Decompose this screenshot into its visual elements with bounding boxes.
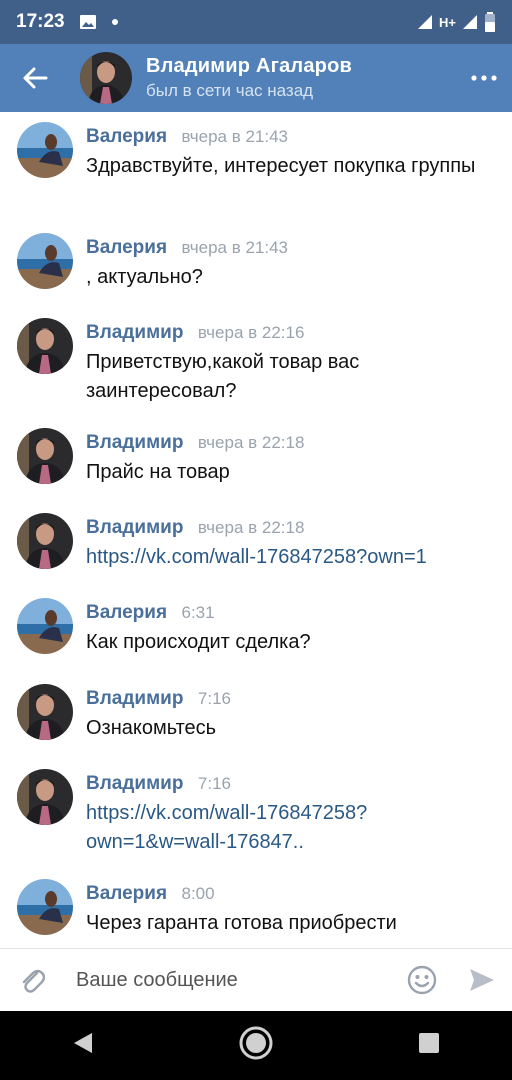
message-author[interactable]: Владимир (86, 688, 183, 709)
avatar-valeria[interactable] (17, 598, 73, 654)
message-author[interactable]: Владимир (86, 773, 183, 794)
dot-notification-icon (111, 19, 118, 25)
message-author[interactable]: Валерия (86, 126, 167, 147)
status-bar: 17:23 H+ (0, 0, 512, 44)
contact-avatar[interactable] (80, 52, 132, 104)
message-author[interactable]: Валерия (86, 883, 167, 904)
system-nav-bar (0, 1011, 512, 1080)
message-author[interactable]: Владимир (86, 517, 183, 538)
message-text: , актуально? (86, 266, 203, 288)
avatar-valeria[interactable] (17, 233, 73, 289)
message-author[interactable]: Валерия (86, 602, 167, 623)
message-link[interactable]: https://vk.com/wall-176847258?own=1 (86, 543, 496, 572)
avatar-vladimir[interactable] (17, 318, 73, 374)
message-text: Ознакомьтесь (86, 717, 217, 739)
message-time: вчера в 22:18 (197, 518, 305, 537)
avatar-valeria[interactable] (17, 879, 73, 935)
message-text: Здравствуйте, интересует покупка группы (86, 155, 476, 177)
message-time: 7:16 (197, 774, 231, 793)
message-text: Прайс на товар (86, 461, 230, 483)
message-time: 6:31 (181, 603, 215, 622)
message-link[interactable]: https://vk.com/wall-176847258? own=1&w=w… (86, 799, 416, 857)
message-time: 8:00 (181, 884, 215, 903)
avatar-valeria[interactable] (17, 122, 73, 178)
nav-back-button[interactable] (72, 1031, 94, 1060)
message-input[interactable]: Ваше сообщение (76, 969, 392, 992)
contact-status: был в сети час назад (146, 81, 314, 100)
gallery-notification-icon (79, 15, 96, 29)
avatar-vladimir[interactable] (17, 513, 73, 569)
battery-icon (485, 12, 495, 32)
message-author[interactable]: Владимир (86, 432, 183, 453)
emoji-button[interactable] (392, 965, 452, 995)
message-time: вчера в 22:16 (197, 323, 305, 342)
send-icon (470, 969, 494, 991)
back-button[interactable] (0, 44, 70, 112)
message-list[interactable]: Валерия вчера в 21:43 Здравствуйте, инте… (0, 112, 512, 948)
avatar-vladimir[interactable] (17, 769, 73, 825)
message-time: вчера в 21:43 (181, 238, 289, 257)
contact-name: Владимир Агаларов (146, 55, 352, 77)
message-author[interactable]: Валерия (86, 237, 167, 258)
message-text: Приветствую,какой товар вас заинтересова… (86, 351, 360, 402)
message-text: Через гаранта готова приобрести (86, 912, 397, 934)
back-arrow-icon (23, 67, 48, 89)
network-type: H+ (439, 14, 456, 30)
signal-icon-2 (463, 15, 477, 29)
avatar-vladimir[interactable] (17, 684, 73, 740)
status-time: 17:23 (16, 11, 65, 32)
back-triangle-icon (74, 1033, 93, 1053)
chat-header: Владимир Агаларов был в сети час назад (0, 44, 512, 112)
message-text: Как происходит сделка? (86, 631, 311, 653)
nav-home-button[interactable] (239, 1026, 273, 1065)
paperclip-icon (22, 969, 45, 993)
send-button[interactable] (452, 967, 512, 993)
recents-square-icon (418, 1033, 439, 1053)
home-circle-icon (239, 1026, 273, 1060)
message-author[interactable]: Владимир (86, 322, 183, 343)
message-time: вчера в 21:43 (181, 127, 289, 146)
message-input-bar: Ваше сообщение (0, 948, 512, 1011)
message-time: 7:16 (197, 689, 231, 708)
attach-button[interactable] (0, 965, 64, 995)
message-time: вчера в 22:18 (197, 433, 305, 452)
more-dots-icon (471, 75, 497, 81)
avatar-vladimir[interactable] (17, 428, 73, 484)
signal-icon (418, 15, 433, 29)
nav-recents-button[interactable] (418, 1032, 440, 1059)
more-button[interactable] (456, 44, 512, 112)
smile-icon (407, 965, 437, 995)
